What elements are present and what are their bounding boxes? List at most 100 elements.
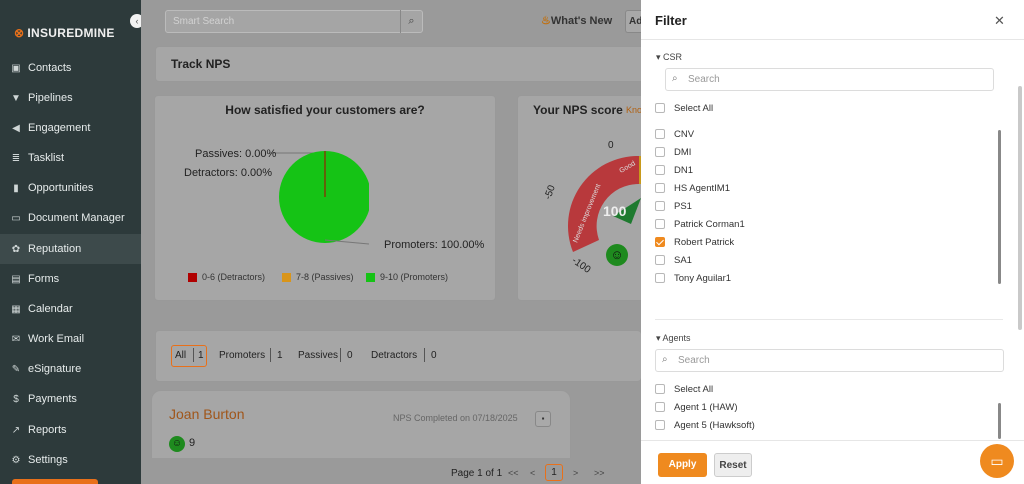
list-icon: ≣: [11, 152, 21, 164]
last-page-button[interactable]: >>: [594, 468, 605, 478]
know-more-link[interactable]: Kno: [626, 105, 642, 115]
logo-mark-icon: ⊗: [14, 26, 25, 40]
sidebar-item-tasklist[interactable]: ≣ Tasklist: [0, 143, 141, 173]
csr-option-cnv[interactable]: CNV: [655, 127, 694, 141]
panel-scrollbar[interactable]: [1018, 86, 1022, 330]
agents-option-agent-5[interactable]: Agent 5 (Hawksoft): [655, 418, 755, 432]
sidebar-item-settings[interactable]: ⚙ Settings: [0, 445, 141, 475]
checkbox[interactable]: [655, 420, 665, 430]
fire-icon: ♨: [541, 15, 551, 27]
filter-promoters-button[interactable]: Promoters: [219, 350, 265, 361]
filter-footer: Apply Reset ▭: [641, 440, 1024, 484]
prev-page-button[interactable]: <: [530, 468, 535, 478]
sidebar-item-payments[interactable]: $ Payments: [0, 384, 141, 414]
checkbox[interactable]: [655, 273, 665, 283]
divider: [340, 348, 341, 362]
legend-promoters: 9-10 (Promoters): [366, 272, 448, 282]
checkbox[interactable]: [655, 201, 665, 211]
nps-gauge: [567, 155, 641, 252]
csr-option-tony-aguilar1[interactable]: Tony Aguilar1: [655, 271, 731, 285]
smart-search-input[interactable]: Smart Search: [165, 10, 423, 33]
agents-search-input[interactable]: ⌕ Search: [655, 349, 1004, 372]
whats-new-link[interactable]: ♨What's New: [541, 14, 612, 27]
checkbox-checked[interactable]: [655, 237, 665, 247]
mail-icon: ✉: [11, 333, 21, 345]
agents-option-agent-1[interactable]: Agent 1 (HAW): [655, 400, 738, 414]
satisfaction-title: How satisfied your customers are?: [225, 103, 425, 117]
checkbox[interactable]: [655, 183, 665, 193]
logo[interactable]: ⊗ INSUREDMINE: [14, 26, 115, 40]
close-icon[interactable]: ✕: [994, 13, 1005, 29]
csr-option-patrick-corman1[interactable]: Patrick Corman1: [655, 217, 745, 231]
nps-score-value: 100: [603, 203, 627, 219]
csr-option-dmi[interactable]: DMI: [655, 145, 691, 159]
contacts-icon: ▣: [11, 62, 21, 74]
page-info: Page 1 of 1: [451, 468, 503, 479]
csr-list-scrollbar[interactable]: [998, 130, 1001, 284]
current-page-button[interactable]: 1: [545, 464, 563, 481]
checkbox[interactable]: [655, 165, 665, 175]
csr-option-select-all[interactable]: Select All: [655, 101, 713, 115]
chat-icon[interactable]: ▭: [980, 444, 1014, 478]
search-icon: ⌕: [662, 354, 668, 365]
checkbox[interactable]: [655, 103, 665, 113]
divider: [193, 348, 194, 362]
csr-search-input[interactable]: ⌕ Search: [665, 68, 994, 91]
first-page-button[interactable]: <<: [508, 468, 519, 478]
sidebar-item-document-manager[interactable]: ▭ Document Manager: [0, 203, 141, 233]
sidebar-item-opportunities[interactable]: ▮ Opportunities: [0, 173, 141, 203]
agents-list-scrollbar[interactable]: [998, 403, 1001, 439]
sidebar-item-reputation[interactable]: ✿ Reputation: [0, 234, 141, 264]
promoters-slice: [279, 151, 369, 243]
customer-name[interactable]: Joan Burton: [169, 406, 245, 422]
sidebar-upgrade-button[interactable]: [12, 479, 98, 484]
filter-passives-button[interactable]: Passives: [298, 350, 338, 361]
folder-icon: ▭: [11, 212, 21, 224]
sidebar-item-contacts[interactable]: ▣ Contacts: [0, 53, 141, 83]
trash-icon[interactable]: ▪: [535, 411, 551, 427]
legend-swatch: [188, 272, 197, 282]
filter-header: Filter ✕: [641, 0, 1024, 40]
filter-detractors-button[interactable]: Detractors: [371, 350, 417, 361]
bar-chart-icon: ▮: [13, 182, 19, 194]
csr-option-hs-agentim1[interactable]: HS AgentIM1: [655, 181, 730, 195]
sidebar-item-engagement[interactable]: ◀ Engagement: [0, 113, 141, 143]
add-button[interactable]: Ad: [625, 10, 642, 33]
sidebar: ⊗ INSUREDMINE ‹ ▣ Contacts ▼ Pipelines ◀ Eng…: [0, 0, 144, 484]
checkbox[interactable]: [655, 255, 665, 265]
next-page-button[interactable]: >: [573, 468, 578, 478]
checkbox[interactable]: [655, 402, 665, 412]
form-icon: ▤: [11, 273, 21, 285]
sidebar-item-forms[interactable]: ▤ Forms: [0, 264, 141, 294]
agents-section-label[interactable]: ▾ Agents: [656, 333, 691, 344]
search-icon[interactable]: ⌕: [400, 10, 422, 33]
csr-option-dn1[interactable]: DN1: [655, 163, 693, 177]
nps-score-title: Your NPS score: [533, 103, 623, 117]
legend-swatch: [282, 272, 291, 282]
filter-all-count: 1: [198, 350, 204, 361]
smiley-icon: ☺: [606, 244, 628, 266]
sidebar-item-calendar[interactable]: ▦ Calendar: [0, 294, 141, 324]
legend-swatch: [366, 272, 375, 282]
csr-option-ps1[interactable]: PS1: [655, 199, 692, 213]
divider: [424, 348, 425, 362]
sidebar-item-work-email[interactable]: ✉ Work Email: [0, 324, 141, 354]
checkbox[interactable]: [655, 147, 665, 157]
checkbox[interactable]: [655, 129, 665, 139]
reset-button[interactable]: Reset: [714, 453, 752, 477]
apply-button[interactable]: Apply: [658, 453, 707, 477]
sidebar-item-reports[interactable]: ↗ Reports: [0, 415, 141, 445]
checkbox[interactable]: [655, 384, 665, 394]
checkbox[interactable]: [655, 219, 665, 229]
csr-option-robert-patrick[interactable]: Robert Patrick: [655, 235, 734, 249]
legend-passives: 7-8 (Passives): [282, 272, 354, 282]
signature-icon: ✎: [11, 363, 21, 375]
filter-detractors-count: 0: [431, 350, 437, 361]
agents-option-select-all[interactable]: Select All: [655, 382, 713, 396]
csr-option-sa1[interactable]: SA1: [655, 253, 692, 267]
csr-section-label[interactable]: ▾ CSR: [656, 52, 682, 63]
line-chart-icon: ↗: [11, 424, 21, 436]
sidebar-item-pipelines[interactable]: ▼ Pipelines: [0, 83, 141, 113]
detractors-label: Detractors: 0.00%: [184, 167, 273, 179]
sidebar-item-esignature[interactable]: ✎ eSignature: [0, 354, 141, 384]
